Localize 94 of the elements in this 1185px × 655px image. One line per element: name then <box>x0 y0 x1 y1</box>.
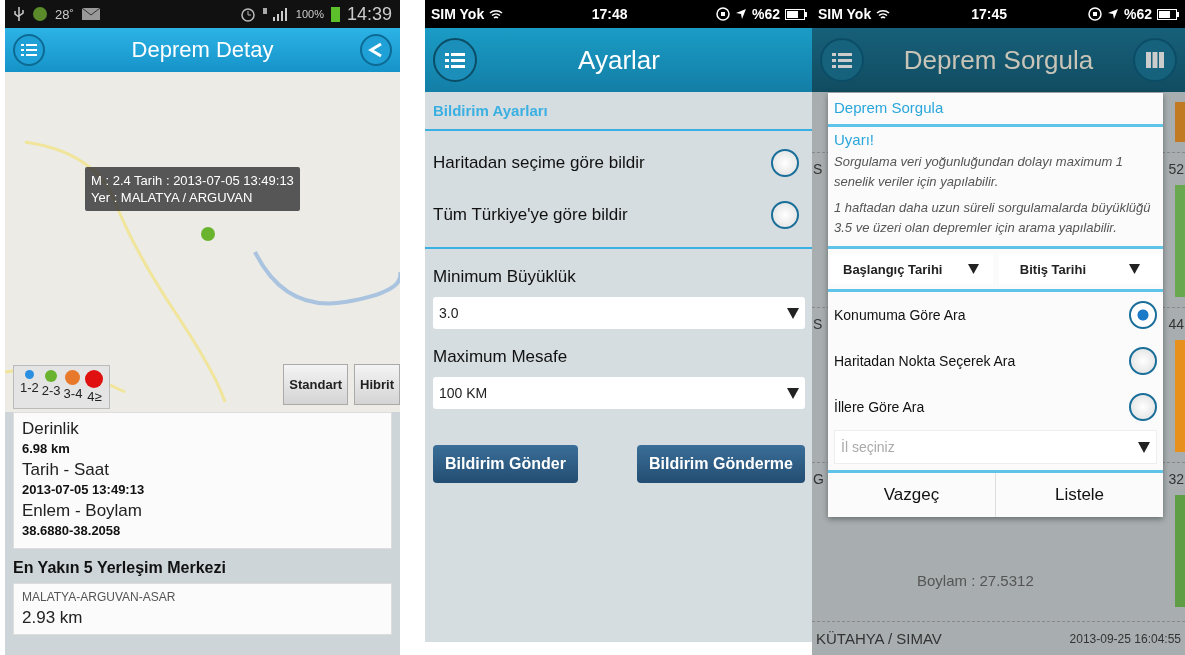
option-label: İllere Göre Ara <box>834 399 925 415</box>
mail-icon <box>80 7 101 21</box>
clock-text: 17:48 <box>591 6 628 22</box>
dropdown-field[interactable]: 100 KM <box>433 377 805 409</box>
place-distance: 2.93 km <box>22 608 83 628</box>
legend-label: 3-4 <box>63 386 83 401</box>
battery-percent: %62 <box>1123 6 1152 22</box>
wifi-icon <box>876 8 891 20</box>
list-item-text: G <box>813 471 824 487</box>
option-label: Konumuma Göre Ara <box>834 307 966 323</box>
battery-icon <box>785 8 807 20</box>
battery-icon <box>1157 8 1179 20</box>
dropdown-field[interactable]: 3.0 <box>433 297 805 329</box>
map-icon <box>1146 51 1164 69</box>
warning-title: Uyarı! <box>834 131 875 148</box>
field-label: Maximum Mesafe <box>433 346 569 368</box>
screen-title: Ayarlar <box>578 44 660 76</box>
option-label: Haritadan seçime göre bildir <box>433 153 645 173</box>
map-type-button[interactable]: Standart <box>283 364 349 405</box>
radio-button[interactable] <box>1129 347 1157 375</box>
date-picker[interactable]: Bitiş Tarihi <box>998 254 1161 284</box>
menu-icon <box>832 52 852 68</box>
list-item-time: 52 <box>1168 161 1184 177</box>
rotation-lock-icon <box>1087 7 1102 21</box>
share-button[interactable] <box>360 34 392 66</box>
place-name: KÜTAHYA / SIMAV <box>816 630 942 647</box>
list-item-time: 32 <box>1168 471 1184 487</box>
detail-value: 6.98 km <box>22 441 71 456</box>
dialog-button[interactable]: Vazgeç <box>828 473 995 517</box>
radio-button[interactable] <box>1129 393 1157 421</box>
legend-label: 1-2 <box>20 380 39 395</box>
detail-label: Enlem - Boylam <box>22 501 143 521</box>
battery-icon <box>330 6 340 22</box>
caret-icon <box>1128 264 1140 274</box>
usb-icon <box>13 6 25 22</box>
notify-button[interactable]: Bildirim Gönder <box>433 445 578 483</box>
warning-note: Sorgulama veri yoğunluğundan dolayı maximum 1 senelik veriler için yapılabilir. <box>834 153 1125 191</box>
caret-icon <box>787 387 799 399</box>
clock-text: 14:39 <box>346 3 392 25</box>
screen-title: Deprem Detay <box>131 37 274 63</box>
carrier-text: SIM Yok <box>431 6 485 22</box>
map-placeholder[interactable]: M : 2.4 Tarih : 2013-07-05 13:49:13 Yer : MALATYA / ARGUVAN 1-2 2-3 3-4 4≥ Standart Hibrit <box>5 72 400 412</box>
field-label: Minimum Büyüklük <box>433 266 577 288</box>
temperature-text: 28˚ <box>55 6 74 22</box>
rotation-lock-icon <box>715 7 730 21</box>
battery-percent: 100% <box>295 8 324 20</box>
option-label: Haritadan Nokta Seçerek Ara <box>834 353 1016 369</box>
list-item-time: 44 <box>1168 316 1184 332</box>
radio-button[interactable] <box>771 201 799 229</box>
legend-label: 4≥ <box>87 389 102 404</box>
list-item-time: 2013-09-25 16:04:55 <box>1069 631 1181 646</box>
caret-icon <box>1138 441 1150 453</box>
magnitude-bar <box>1175 102 1185 142</box>
location-arrow-icon <box>734 8 747 20</box>
detail-value: 38.6880-38.2058 <box>22 523 122 538</box>
menu-button[interactable] <box>433 38 477 82</box>
wifi-icon <box>489 8 504 20</box>
detail-label: Tarih - Saat <box>22 460 110 480</box>
popup-text: M : 2.4 Tarih : 2013-07-05 13:49:13 <box>91 172 294 189</box>
date-picker[interactable]: Başlangıç Tarihi <box>830 254 993 284</box>
dialog-button[interactable]: Listele <box>995 473 1163 517</box>
clock-text: 17:45 <box>971 6 1007 22</box>
coordinate-text: Boylam : 27.5312 <box>917 572 1034 589</box>
epicenter-marker[interactable] <box>201 227 217 241</box>
list-item-text: S <box>813 316 823 332</box>
place-name: MALATYA-ARGUVAN-ASAR <box>22 590 176 604</box>
screen-title: Deprem Sorgula <box>903 44 1094 76</box>
caret-icon <box>968 264 980 274</box>
menu-button[interactable] <box>820 38 864 82</box>
menu-button[interactable] <box>13 34 45 66</box>
menu-icon <box>445 52 465 68</box>
warning-note: 1 haftadan daha uzun süreli sorgulamalarda büyüklüğü 3.5 ve üzeri olan depremler için arama yapılabilir. <box>834 199 1152 237</box>
notify-button[interactable]: Bildirim Gönderme <box>636 445 805 483</box>
map-type-button[interactable]: Hibrit <box>354 364 400 405</box>
battery-percent: %62 <box>751 6 780 22</box>
option-label: Tüm Türkiye'ye göre bildir <box>433 205 628 225</box>
caret-icon <box>787 307 799 319</box>
radio-button[interactable] <box>1129 301 1157 329</box>
alarm-icon <box>239 6 256 22</box>
app-icon <box>32 6 48 22</box>
detail-label: Derinlik <box>22 419 80 439</box>
location-arrow-icon <box>1106 8 1119 20</box>
share-icon <box>368 42 384 58</box>
dialog-title: Deprem Sorgula <box>828 93 1163 127</box>
list-item-text: S <box>813 161 823 177</box>
legend-label: 2-3 <box>41 383 61 398</box>
signal-icon <box>262 7 289 21</box>
detail-value: 2013-07-05 13:49:13 <box>22 482 146 497</box>
carrier-text: SIM Yok <box>818 6 872 22</box>
section-title: En Yakın 5 Yerleşim Merkezi <box>13 558 227 578</box>
menu-icon <box>21 43 37 57</box>
radio-button[interactable] <box>771 149 799 177</box>
map-button[interactable] <box>1133 38 1177 82</box>
popup-text: Yer : MALATYA / ARGUVAN <box>91 189 254 206</box>
